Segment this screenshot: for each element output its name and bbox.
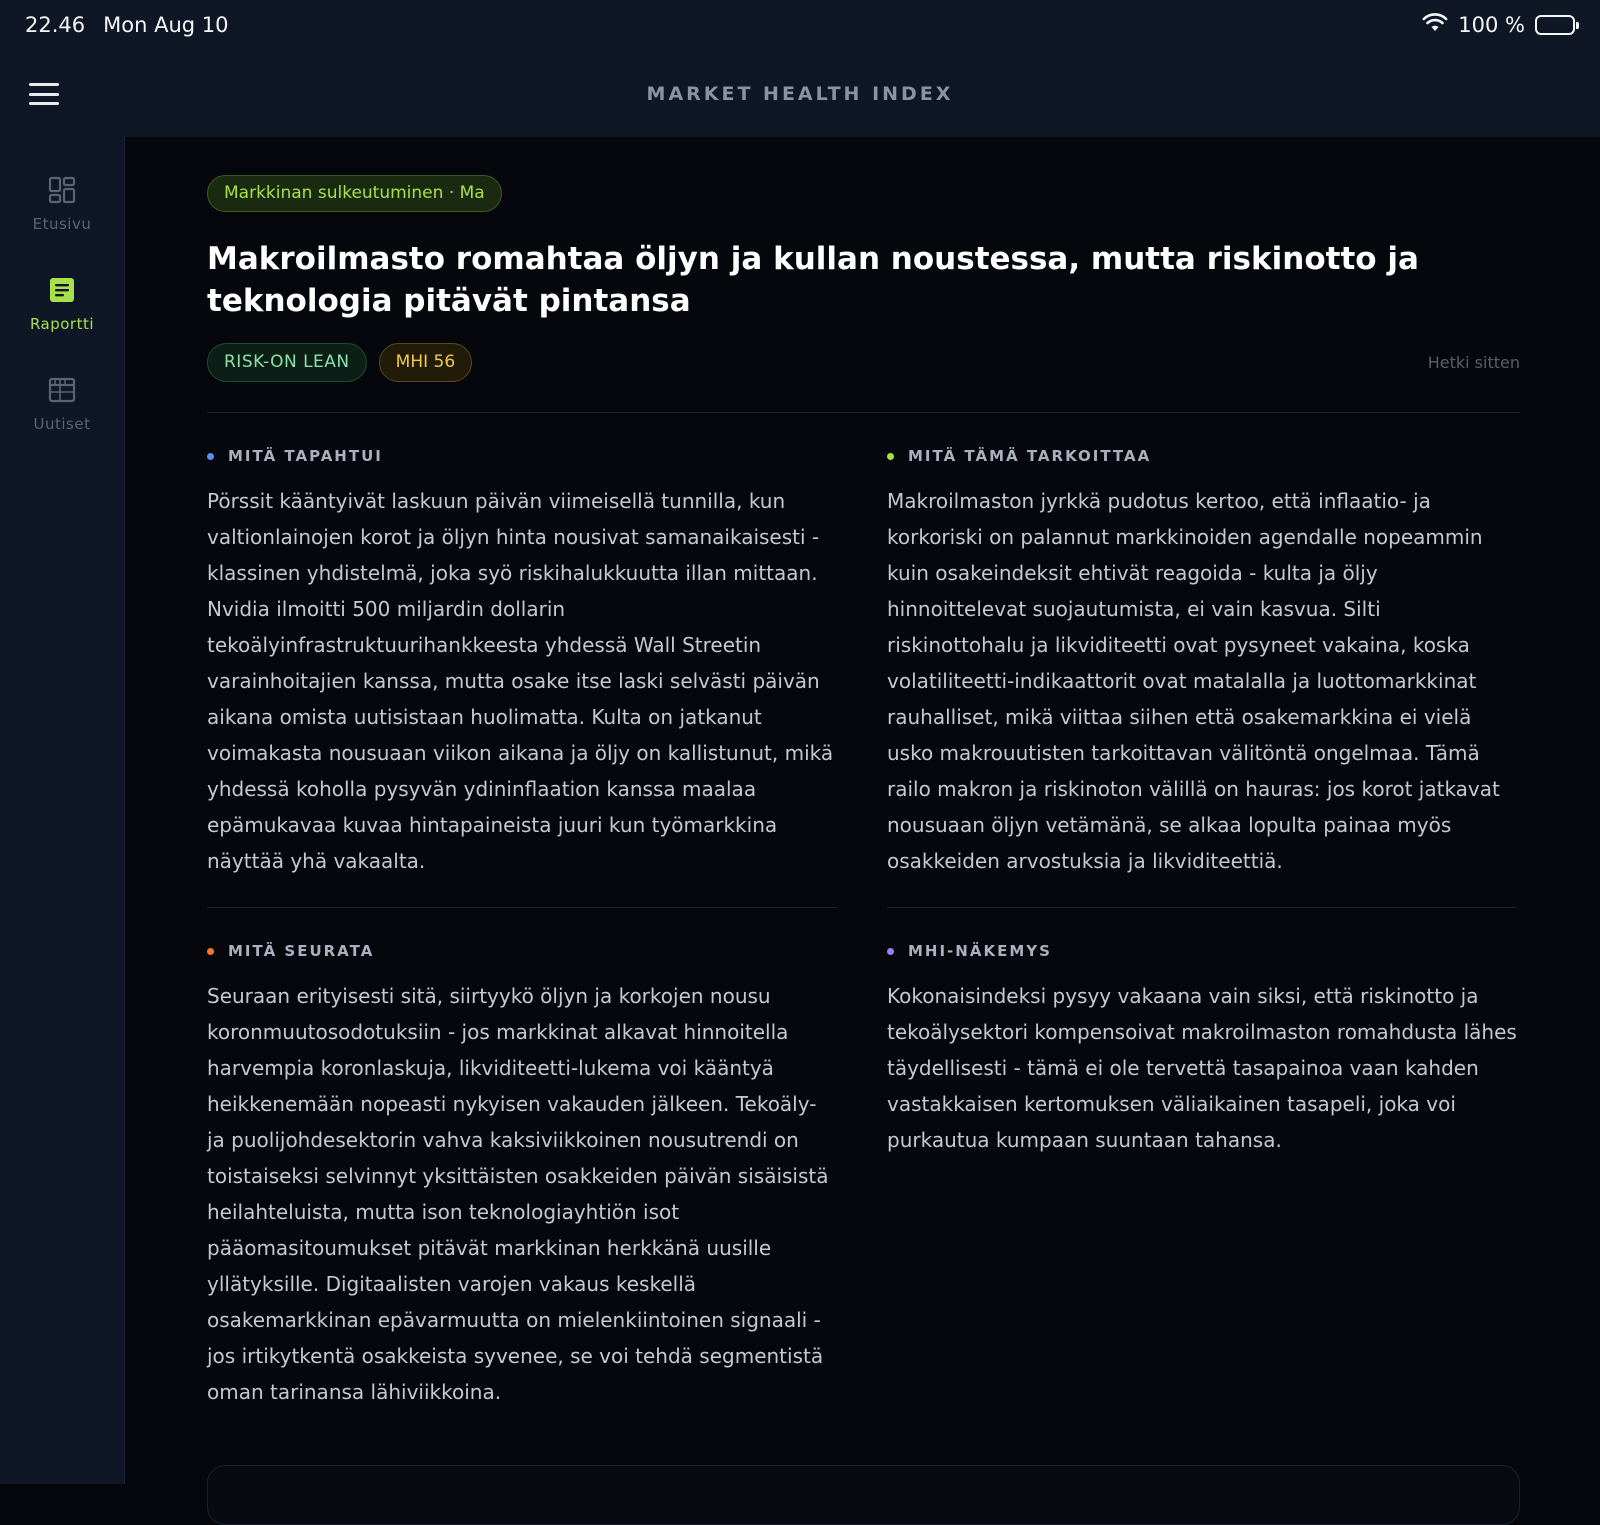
section-body: Pörssit kääntyivät laskuun päivän viimei… <box>207 489 834 873</box>
menu-icon[interactable] <box>29 83 59 105</box>
sidebar-item-uutiset[interactable]: Uutiset <box>0 375 124 475</box>
report-meta: RISK-ON LEAN MHI 56 Hetki sitten <box>207 342 1520 382</box>
news-icon <box>48 377 76 403</box>
sidebar-item-label: Raportti <box>29 315 95 333</box>
app-header: MARKET HEALTH INDEX <box>0 50 1600 137</box>
battery-percent: 100 % <box>1458 13 1525 37</box>
report-view: Markkinan sulkeutuminen · Ma Makroilmast… <box>125 137 1600 1525</box>
sidebar-item-raportti[interactable]: Raportti <box>0 275 124 375</box>
bullet-dot-icon <box>887 947 894 955</box>
status-date: Mon Aug 10 <box>103 13 229 37</box>
sidebar-item-label: Etusivu <box>32 215 92 233</box>
bullet-dot-icon <box>207 452 214 460</box>
sidebar-item-label: Uutiset <box>33 415 91 433</box>
section-mhi-view: MHI-NÄKEMYS Kokonaisindeksi pysyy vakaan… <box>887 908 1517 1410</box>
section-what-to-watch: MITÄ SEURATA Seuraan erityisesti sitä, s… <box>207 908 837 1410</box>
sidebar: Etusivu Raportti Uutiset <box>0 137 125 1484</box>
bullet-dot-icon <box>207 947 214 955</box>
stance-badge: RISK-ON LEAN <box>207 342 367 382</box>
dashboard-icon <box>48 176 76 204</box>
sidebar-item-etusivu[interactable]: Etusivu <box>0 175 124 275</box>
section-what-happened: MITÄ TAPAHTUI Pörssit kääntyivät laskuun… <box>207 413 837 908</box>
section-body: Seuraan erityisesti sitä, siirtyykö öljy… <box>207 984 829 1404</box>
battery-icon <box>1535 15 1579 35</box>
section-body: Makroilmaston jyrkkä pudotus kertoo, ett… <box>887 489 1500 873</box>
section-heading: MITÄ TÄMÄ TARKOITTAA <box>887 447 1517 465</box>
status-bar: 22.46 Mon Aug 10 100 % <box>0 0 1600 50</box>
report-headline: Makroilmasto romahtaa öljyn ja kullan no… <box>207 241 1419 319</box>
mhi-score-badge: MHI 56 <box>378 342 473 382</box>
report-icon <box>50 278 74 302</box>
section-heading: MHI-NÄKEMYS <box>887 942 1517 960</box>
bullet-dot-icon <box>887 452 894 460</box>
app-title: MARKET HEALTH INDEX <box>646 82 954 105</box>
status-time: 22.46 <box>25 13 86 37</box>
wifi-icon <box>1422 12 1448 38</box>
session-badge: Markkinan sulkeutuminen · Ma <box>207 175 502 212</box>
section-what-it-means: MITÄ TÄMÄ TARKOITTAA Makroilmaston jyrkk… <box>887 413 1517 908</box>
next-card <box>207 1465 1520 1525</box>
report-timestamp: Hetki sitten <box>1427 352 1520 372</box>
section-heading: MITÄ TAPAHTUI <box>207 447 837 465</box>
section-heading: MITÄ SEURATA <box>207 942 837 960</box>
report-sections: MITÄ TAPAHTUI Pörssit kääntyivät laskuun… <box>207 413 1520 1410</box>
section-body: Kokonaisindeksi pysyy vakaana vain siksi… <box>887 984 1517 1152</box>
